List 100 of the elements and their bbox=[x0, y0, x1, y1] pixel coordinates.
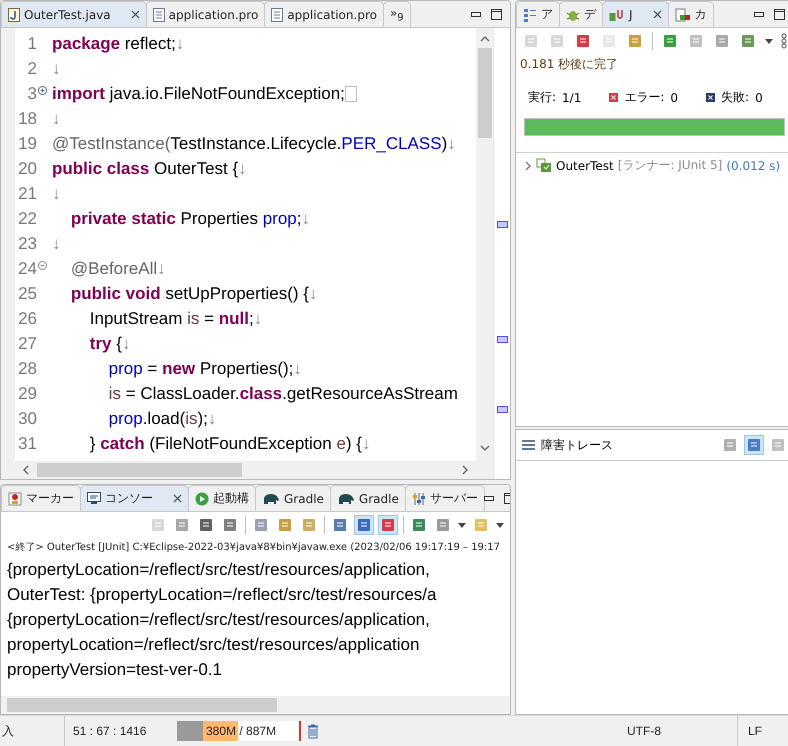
elephant-icon bbox=[336, 492, 355, 504]
panel-title: 障害トレース bbox=[541, 436, 613, 454]
code-line: import java.io.FileNotFoundException; bbox=[52, 84, 345, 104]
line-number: 31 bbox=[17, 434, 37, 454]
code-line: ↓ bbox=[52, 58, 60, 78]
maximize-icon[interactable] bbox=[774, 9, 785, 20]
tab[interactable]: ア bbox=[516, 1, 560, 27]
code-line: is = ClassLoader.class.getResourceAsStream bbox=[108, 384, 458, 404]
line-number: 3 bbox=[26, 84, 37, 104]
scroll-down-icon[interactable] bbox=[480, 443, 490, 453]
occurrence-marker[interactable] bbox=[496, 406, 508, 413]
counter-label: 失敗: bbox=[721, 89, 750, 106]
test-class-icon bbox=[536, 158, 552, 173]
line-number: 21 bbox=[17, 184, 37, 204]
error-icon bbox=[609, 93, 618, 102]
counter-label: エラー: bbox=[624, 89, 664, 106]
code-line: public void setUpProperties() {↓ bbox=[70, 284, 318, 304]
servers-icon bbox=[412, 492, 426, 506]
trash-icon[interactable] bbox=[307, 724, 319, 738]
close-icon[interactable] bbox=[652, 10, 662, 19]
code-line: public class OuterTest {↓ bbox=[52, 158, 247, 178]
console-icon bbox=[87, 492, 101, 505]
scrollbar-thumb[interactable] bbox=[7, 698, 277, 712]
heap-reading: 380M / 887M bbox=[205, 724, 276, 738]
failure-icon bbox=[706, 93, 716, 102]
tab[interactable]: カ bbox=[668, 1, 714, 27]
line-number: 29 bbox=[17, 384, 37, 404]
tab[interactable]: サーバー bbox=[404, 485, 485, 511]
line-number: 1 bbox=[26, 34, 37, 54]
cursor-position: 51 : 67 : 1416 bbox=[73, 724, 146, 738]
input-mode: 入 bbox=[2, 722, 14, 740]
console-line: OuterTest: {propertyLocation=/reflect/src/test/resources/a bbox=[7, 584, 438, 606]
coverage-icon bbox=[674, 8, 691, 22]
run-icon bbox=[195, 492, 209, 506]
markers-icon bbox=[8, 492, 22, 506]
collapse-icon[interactable] bbox=[38, 261, 47, 270]
tab[interactable]: マーカー bbox=[1, 485, 81, 511]
close-icon[interactable] bbox=[130, 10, 140, 19]
code-line: try {↓ bbox=[88, 334, 130, 354]
line-number: 19 bbox=[17, 134, 37, 154]
code-line: ↓ bbox=[52, 108, 60, 128]
expand-icon[interactable] bbox=[524, 160, 532, 170]
code-line: @TestInstance(TestInstance.Lifecycle.PER_CLASS)↓ bbox=[52, 134, 456, 154]
encoding: UTF-8 bbox=[627, 724, 661, 738]
dropdown-icon[interactable] bbox=[496, 522, 504, 528]
process-info: <終了> OuterTest [JUnit] C:¥Eclipse-2022-03¥java¥8¥bin¥javaw.exe (2023/02/06 19:17:19 – 19:17 bbox=[7, 541, 502, 555]
line-number: 18 bbox=[17, 108, 37, 128]
code-line: package reflect;↓ bbox=[52, 34, 184, 54]
scrollbar-thumb[interactable] bbox=[478, 48, 492, 138]
maximize-icon[interactable] bbox=[491, 9, 502, 20]
menu-icon bbox=[522, 440, 535, 450]
scrollbar-thumb[interactable] bbox=[37, 463, 242, 477]
tab[interactable]: J bbox=[602, 1, 669, 27]
minimize-icon[interactable] bbox=[484, 496, 494, 502]
file-icon bbox=[152, 8, 165, 22]
line-number: 20 bbox=[17, 158, 37, 178]
minimize-icon[interactable] bbox=[471, 12, 481, 18]
code-line: InputStream is = null;↓ bbox=[88, 308, 262, 328]
outline-icon bbox=[523, 8, 537, 22]
file-icon bbox=[271, 8, 284, 22]
scroll-up-icon[interactable] bbox=[480, 34, 490, 44]
expand-icon[interactable] bbox=[38, 86, 47, 95]
dropdown-icon[interactable] bbox=[765, 38, 773, 44]
code-line: private static Properties prop;↓ bbox=[70, 208, 310, 228]
scroll-right-icon[interactable] bbox=[460, 465, 470, 475]
test-item[interactable]: OuterTest [ランナー: JUnit 5] (0.012 s) bbox=[524, 157, 785, 174]
counter-value: 0 bbox=[755, 90, 763, 104]
line-number: 26 bbox=[17, 308, 37, 328]
code-line: prop.load(is);↓ bbox=[108, 408, 216, 428]
counter-value: 0 bbox=[670, 90, 678, 104]
occurrence-marker[interactable] bbox=[496, 221, 508, 228]
tab[interactable]: コンソー bbox=[80, 485, 189, 511]
line-number: 28 bbox=[17, 358, 37, 378]
occurrence-marker[interactable] bbox=[496, 336, 508, 343]
line-delimiter: LF bbox=[748, 724, 762, 738]
code-line: ↓ bbox=[52, 234, 60, 254]
more-tabs-button[interactable]: »$_{9}$ bbox=[382, 1, 411, 27]
line-number: 2 bbox=[26, 58, 37, 78]
code-line: } catch (FileNotFoundException e) {↓ bbox=[88, 434, 370, 454]
close-icon[interactable] bbox=[173, 494, 182, 503]
console-line: propertyVersion=test-ver-0.1 bbox=[7, 659, 223, 681]
line-number: 24 bbox=[17, 258, 37, 278]
counter-label: 実行: bbox=[528, 89, 556, 106]
code-line: prop = new Properties();↓ bbox=[108, 358, 302, 378]
minimize-icon[interactable] bbox=[754, 12, 764, 18]
line-number: 25 bbox=[17, 284, 37, 304]
tab[interactable]: OuterTest.java bbox=[1, 1, 147, 27]
elephant-icon bbox=[262, 492, 280, 504]
dropdown-icon[interactable] bbox=[458, 522, 466, 528]
line-number: 30 bbox=[17, 408, 37, 428]
line-number: 22 bbox=[17, 208, 37, 228]
java-file-icon bbox=[8, 8, 20, 22]
scroll-left-icon[interactable] bbox=[21, 465, 31, 475]
code-line: @BeforeAll↓ bbox=[70, 258, 166, 278]
code-line: ↓ bbox=[52, 184, 60, 204]
console-line: {propertyLocation=/reflect/src/test/resources/application, bbox=[7, 559, 431, 581]
more-icon[interactable] bbox=[781, 33, 787, 49]
console-line: {propertyLocation=/reflect/src/test/resources/application, bbox=[7, 609, 431, 631]
line-number: 23 bbox=[17, 234, 37, 254]
counter-value: 1/1 bbox=[562, 90, 582, 104]
